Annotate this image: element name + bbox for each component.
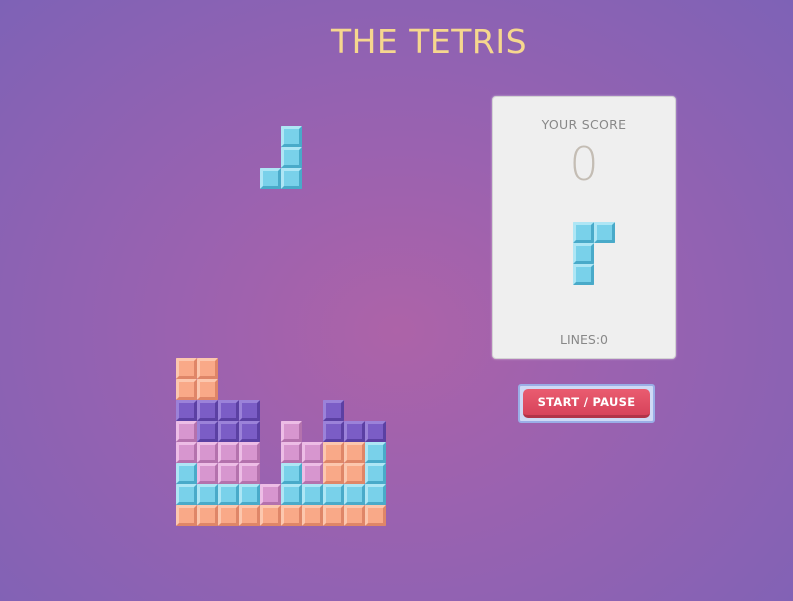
board-block	[365, 484, 386, 505]
board-block	[218, 421, 239, 442]
score-value: 0	[569, 137, 599, 191]
board-block	[365, 505, 386, 526]
board-block	[239, 400, 260, 421]
board-block	[260, 505, 281, 526]
board-block	[302, 484, 323, 505]
board-block	[176, 358, 197, 379]
board-block	[197, 442, 218, 463]
board-block	[197, 505, 218, 526]
board-block	[260, 484, 281, 505]
board-block	[197, 358, 218, 379]
board-block	[218, 442, 239, 463]
falling-piece-block	[281, 147, 302, 168]
start-pause-button[interactable]: START / PAUSE	[523, 389, 650, 418]
next-piece-block	[573, 222, 594, 243]
board-block	[176, 484, 197, 505]
next-piece-block	[594, 222, 615, 243]
board-block	[218, 463, 239, 484]
board-block	[197, 484, 218, 505]
board-block	[323, 484, 344, 505]
falling-piece-block	[260, 168, 281, 189]
board-block	[239, 463, 260, 484]
board-block	[323, 421, 344, 442]
board-block	[176, 379, 197, 400]
board-block	[197, 379, 218, 400]
board-block	[239, 484, 260, 505]
score-panel: YOUR SCORE 0 LINES:0	[492, 96, 676, 359]
board-block	[365, 463, 386, 484]
board-block	[323, 505, 344, 526]
lines-counter: LINES:0	[560, 332, 608, 347]
board-block	[323, 442, 344, 463]
board-block	[176, 400, 197, 421]
board-block	[218, 484, 239, 505]
next-piece-block	[573, 243, 594, 264]
board-block	[239, 442, 260, 463]
board-block	[281, 463, 302, 484]
board-block	[344, 505, 365, 526]
board-block	[344, 421, 365, 442]
board-block	[197, 400, 218, 421]
board-block	[239, 421, 260, 442]
board-block	[281, 484, 302, 505]
board-block	[302, 463, 323, 484]
board-block	[197, 421, 218, 442]
board-block	[218, 400, 239, 421]
falling-piece-block	[281, 126, 302, 147]
board-block	[302, 505, 323, 526]
board-block	[239, 505, 260, 526]
board-block	[365, 421, 386, 442]
board-block	[176, 421, 197, 442]
board-block	[176, 505, 197, 526]
falling-piece-block	[281, 168, 302, 189]
board-block	[365, 442, 386, 463]
board-block	[281, 421, 302, 442]
start-pause-frame: START / PAUSE	[518, 384, 655, 423]
board-block	[281, 505, 302, 526]
board-block	[281, 442, 302, 463]
board-block	[218, 505, 239, 526]
score-label: YOUR SCORE	[541, 117, 627, 132]
board-block	[344, 463, 365, 484]
board-block	[323, 463, 344, 484]
board-block	[344, 442, 365, 463]
board-block	[323, 400, 344, 421]
board-block	[176, 463, 197, 484]
board-block	[344, 484, 365, 505]
board-block	[197, 463, 218, 484]
board-block	[176, 442, 197, 463]
board-block	[302, 442, 323, 463]
next-piece-block	[573, 264, 594, 285]
